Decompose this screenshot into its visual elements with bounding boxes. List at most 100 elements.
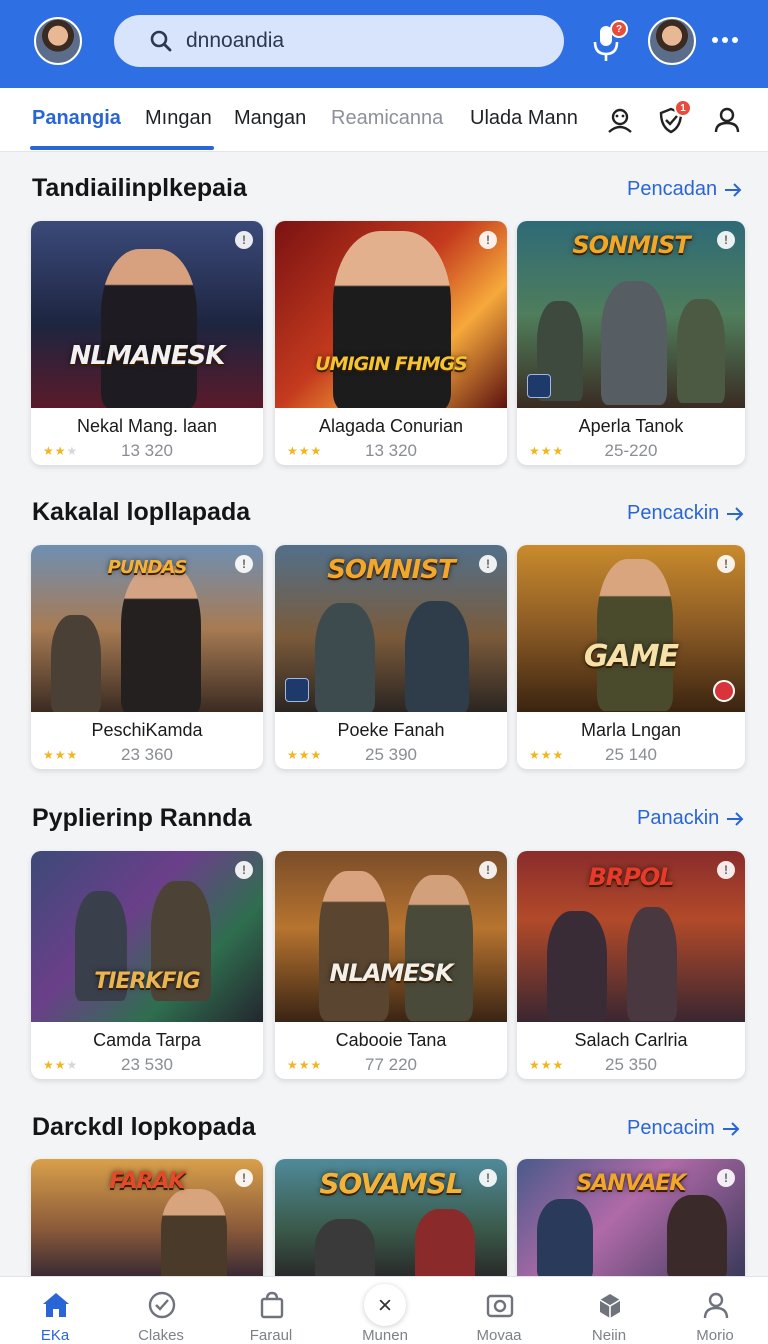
game-thumbnail: BRPOL ! bbox=[517, 851, 745, 1022]
game-art-title: GAME bbox=[583, 639, 679, 674]
profile-avatar[interactable] bbox=[648, 17, 696, 65]
arrow-right-icon bbox=[722, 1121, 740, 1136]
game-art-title: SANVAEK bbox=[576, 1171, 687, 1196]
home-icon bbox=[43, 1293, 69, 1317]
play-count: 13 320 bbox=[121, 441, 173, 460]
top-app-bar: dnnoandia ? bbox=[0, 0, 768, 88]
info-icon[interactable]: ! bbox=[235, 1169, 253, 1187]
info-icon[interactable]: ! bbox=[717, 555, 735, 573]
nav-item-clakes[interactable]: Clakes bbox=[106, 1277, 216, 1344]
game-name: Camda Tarpa bbox=[93, 1030, 201, 1050]
see-more-link[interactable]: Pencackin bbox=[627, 502, 745, 525]
see-more-link[interactable]: Pencacim bbox=[627, 1117, 741, 1140]
game-card[interactable]: SANVAEK ! bbox=[517, 1159, 745, 1276]
info-icon[interactable]: ! bbox=[479, 861, 497, 879]
nav-label: EKa bbox=[40, 1327, 70, 1344]
play-count: 23 360 bbox=[121, 745, 173, 764]
game-thumbnail: UMIGIN FHMGS ! bbox=[275, 221, 507, 408]
game-thumbnail: TIERKFIG ! bbox=[31, 851, 263, 1022]
search-input[interactable]: dnnoandia bbox=[186, 29, 284, 53]
see-more-link[interactable]: Panackin bbox=[637, 807, 745, 830]
play-count: 25 390 bbox=[365, 745, 417, 764]
game-art-title: TIERKFIG bbox=[94, 969, 200, 994]
more-icon[interactable] bbox=[710, 30, 740, 50]
nav-label: Morio bbox=[696, 1327, 734, 1344]
info-icon[interactable]: ! bbox=[479, 1169, 497, 1187]
bag-icon bbox=[260, 1291, 284, 1319]
game-card[interactable]: SOVAMSL ! bbox=[275, 1159, 507, 1276]
game-art-title: SOVAMSL bbox=[319, 1167, 463, 1200]
arrow-right-icon bbox=[725, 182, 742, 197]
play-count: 77 220 bbox=[365, 1055, 417, 1074]
game-card[interactable]: GAME ! Marla Lngan ★★★ 25 140 bbox=[517, 545, 745, 769]
play-count: 25-220 bbox=[604, 441, 658, 460]
nav-label: Clakes bbox=[138, 1327, 184, 1344]
game-thumbnail: SOMNIST ! bbox=[275, 545, 507, 712]
game-name: Marla Lngan bbox=[580, 720, 682, 740]
tab-mingan[interactable]: Mıngan bbox=[145, 107, 212, 130]
game-card[interactable]: SONMIST ! Aperla Tanok ★★★ 25-220 bbox=[517, 221, 745, 465]
profile-icon bbox=[703, 1292, 729, 1319]
game-name: Salach Carlria bbox=[574, 1030, 688, 1050]
nav-item-movaa[interactable]: Movaa bbox=[444, 1277, 554, 1344]
close-icon bbox=[379, 1299, 391, 1311]
game-card[interactable]: NLAMESK ! Cabooie Tana ★★★ 77 220 bbox=[275, 851, 507, 1079]
arrow-right-icon bbox=[727, 506, 744, 521]
game-name: Cabooie Tana bbox=[335, 1030, 447, 1050]
game-name: Alagada Conurian bbox=[318, 416, 464, 436]
nav-label: Munen bbox=[362, 1327, 408, 1344]
search-bar[interactable]: dnnoandia bbox=[114, 15, 564, 67]
info-icon[interactable]: ! bbox=[235, 555, 253, 573]
section-title: Tandiailinplkepaia bbox=[32, 174, 247, 202]
account-icon[interactable] bbox=[712, 105, 742, 135]
nav-item-morio[interactable]: Morio bbox=[660, 1277, 768, 1344]
nav-item-faraul[interactable]: Faraul bbox=[216, 1277, 326, 1344]
game-art-title: UMIGIN FHMGS bbox=[315, 353, 468, 375]
see-more-link[interactable]: Pencadan bbox=[627, 178, 743, 201]
game-name: PeschiKamda bbox=[91, 720, 203, 740]
game-card[interactable]: FARAK ! bbox=[31, 1159, 263, 1276]
game-art-title: NLAMESK bbox=[329, 959, 453, 987]
game-card[interactable]: UMIGIN FHMGS ! Alagada Conurian ★★★ 13 3… bbox=[275, 221, 507, 465]
nav-label: Movaa bbox=[476, 1327, 522, 1344]
nav-item-neiin[interactable]: Neiin bbox=[554, 1277, 664, 1344]
mic-badge: ? bbox=[610, 20, 628, 38]
nav-item-home[interactable]: EKa bbox=[0, 1277, 110, 1344]
game-card[interactable]: PUNDAS ! PeschiKamda ★★★ 23 360 bbox=[31, 545, 263, 769]
info-icon[interactable]: ! bbox=[717, 231, 735, 249]
category-tabs: Panangia Mıngan Mangan Reamicanna Ulada … bbox=[0, 88, 768, 152]
game-card[interactable]: NLMANESK ! Nekal Mang. laan ★★★ 13 320 bbox=[31, 221, 263, 465]
active-tab-indicator bbox=[30, 146, 214, 150]
tab-reamicanna[interactable]: Reamicanna bbox=[331, 107, 443, 130]
info-icon[interactable]: ! bbox=[479, 231, 497, 249]
section-title: Pyplierinp Rannda bbox=[32, 804, 252, 832]
tab-ulada-mann[interactable]: Ulada Mann bbox=[470, 107, 578, 130]
game-art-title: NLMANESK bbox=[69, 341, 226, 371]
expand-icon[interactable] bbox=[285, 678, 309, 702]
play-icon[interactable] bbox=[713, 680, 735, 702]
game-card[interactable]: SOMNIST ! Poeke Fanah ★★★ 25 390 bbox=[275, 545, 507, 769]
friends-icon[interactable] bbox=[605, 105, 635, 135]
mic-button[interactable]: ? bbox=[590, 20, 628, 64]
info-icon[interactable]: ! bbox=[717, 861, 735, 879]
info-icon[interactable]: ! bbox=[235, 861, 253, 879]
photo-icon bbox=[486, 1294, 514, 1318]
search-icon bbox=[150, 30, 172, 52]
arrow-right-icon bbox=[727, 811, 744, 826]
info-icon[interactable]: ! bbox=[235, 231, 253, 249]
play-count: 13 320 bbox=[365, 441, 417, 460]
game-thumbnail: SONMIST ! bbox=[517, 221, 745, 408]
game-card[interactable]: TIERKFIG ! Camda Tarpa ★★★ 23 530 bbox=[31, 851, 263, 1079]
notifications-button[interactable]: 1 bbox=[656, 99, 692, 135]
play-count: 25 350 bbox=[605, 1055, 657, 1074]
close-button[interactable] bbox=[364, 1284, 406, 1326]
tab-mangan[interactable]: Mangan bbox=[234, 107, 306, 130]
info-icon[interactable]: ! bbox=[479, 555, 497, 573]
game-card[interactable]: BRPOL ! Salach Carlria ★★★ 25 350 bbox=[517, 851, 745, 1079]
tab-panangia[interactable]: Panangia bbox=[32, 107, 121, 130]
avatar[interactable] bbox=[34, 17, 82, 65]
game-art-title: FARAK bbox=[109, 1169, 185, 1194]
game-thumbnail: NLAMESK ! bbox=[275, 851, 507, 1022]
expand-icon[interactable] bbox=[527, 374, 551, 398]
info-icon[interactable]: ! bbox=[717, 1169, 735, 1187]
